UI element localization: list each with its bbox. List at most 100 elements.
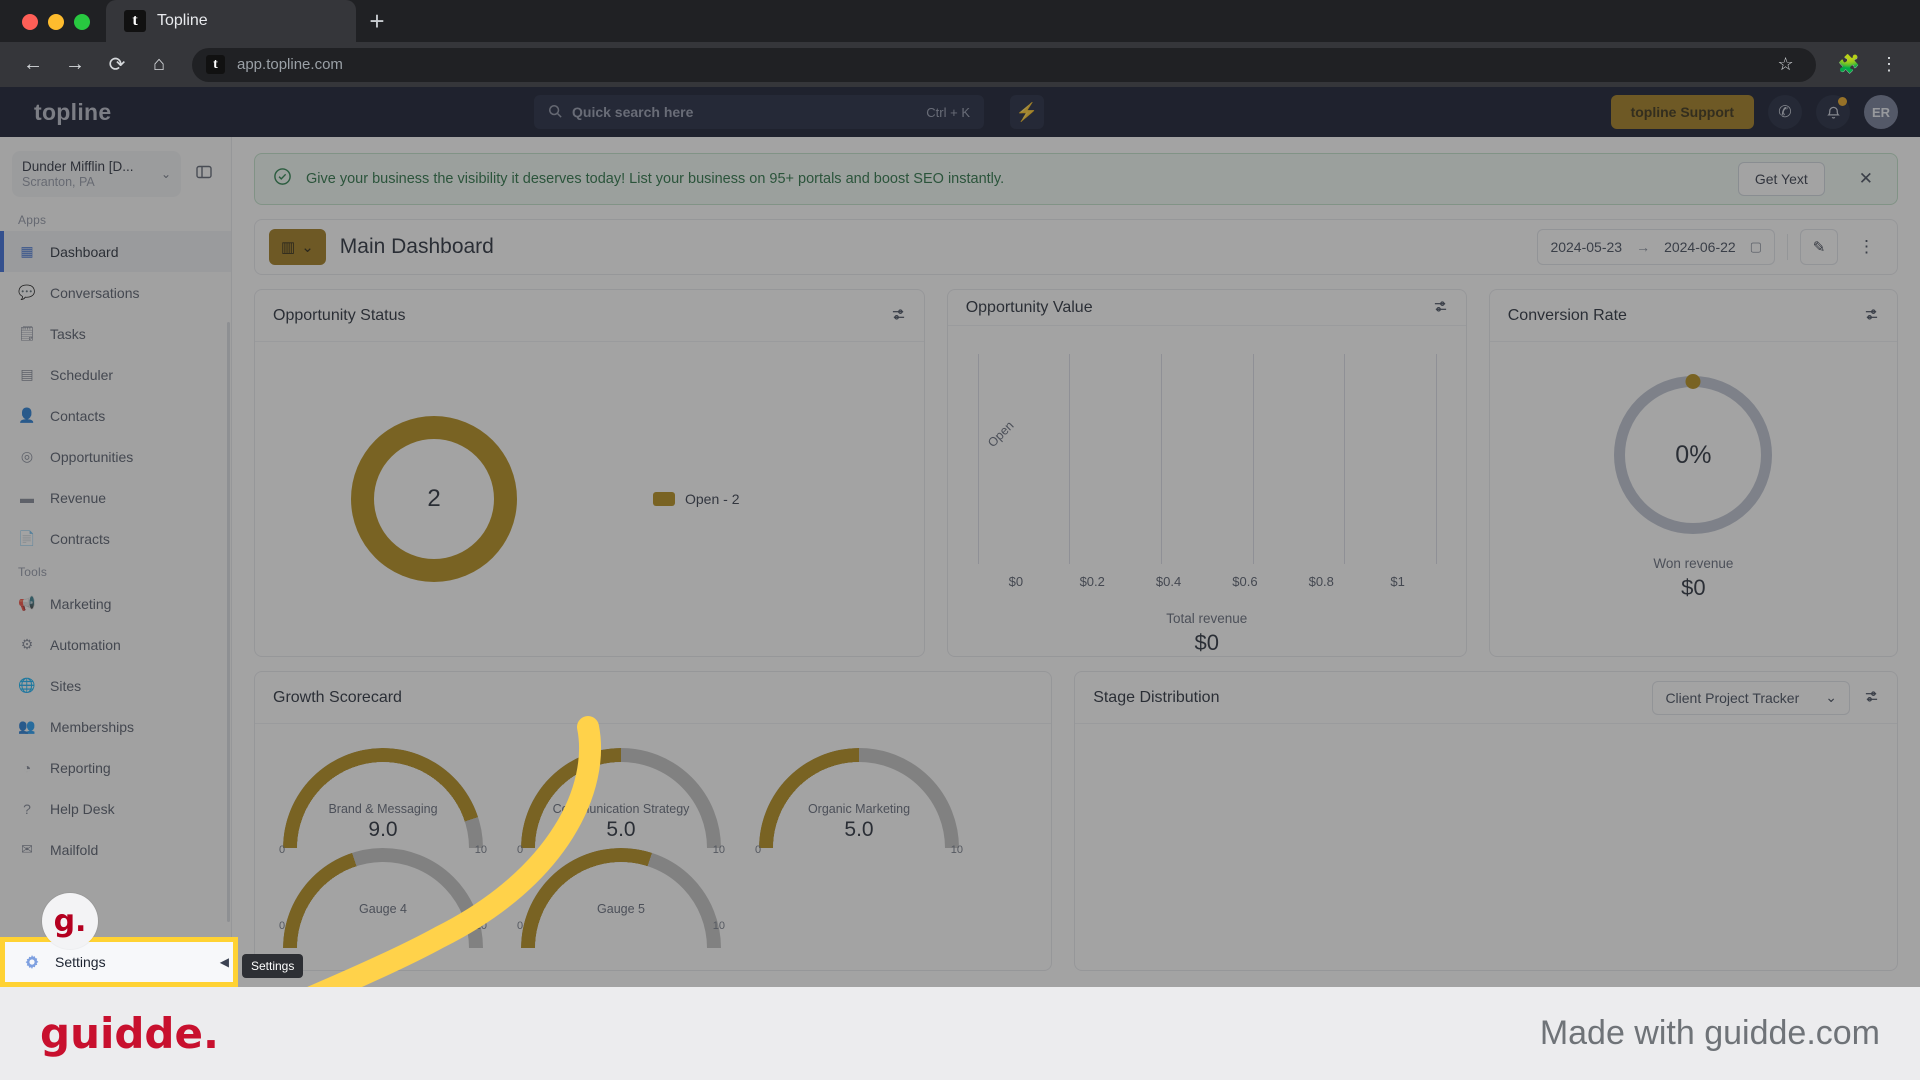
x-axis-tick-label: $0.6 xyxy=(1232,574,1258,589)
gauge-arc xyxy=(521,748,721,848)
calendar-icon[interactable]: ▢ xyxy=(1750,239,1762,255)
get-yext-button[interactable]: Get Yext xyxy=(1737,162,1825,196)
quick-actions-bolt-icon[interactable]: ⚡ xyxy=(1010,95,1044,129)
card-opportunity-status: Opportunity Status 2 Open - 2 xyxy=(254,289,925,657)
gauge-arc xyxy=(759,748,959,848)
sidebar-section-tools: Tools xyxy=(18,565,48,579)
card-header: Stage Distribution Client Project Tracke… xyxy=(1075,672,1897,724)
sidebar-item-label: Contracts xyxy=(50,530,110,547)
tasks-icon: 🗒 xyxy=(18,325,36,341)
sidebar-item-label: Help Desk xyxy=(50,800,115,817)
sidebar-item-mailfold[interactable]: ✉ Mailfold xyxy=(0,829,231,870)
maximize-window-button[interactable] xyxy=(74,14,90,30)
chart-settings-icon[interactable] xyxy=(891,307,906,325)
chevron-left-icon[interactable]: ◀ xyxy=(220,955,229,969)
card-title: Opportunity Status xyxy=(273,306,406,324)
pipeline-select[interactable]: Client Project Tracker ⌄ xyxy=(1652,680,1850,715)
sidebar-item-tasks[interactable]: 🗒 Tasks xyxy=(0,313,231,354)
sidebar-item-dashboard[interactable]: ▦ Dashboard xyxy=(0,231,231,272)
sidebar-item-contracts[interactable]: 📄 Contracts xyxy=(0,518,231,559)
card-growth-scorecard: Growth Scorecard Brand & Messaging9.0010… xyxy=(254,671,1053,971)
location-switcher[interactable]: Dunder Mifflin [D... Scranton, PA ⌄ xyxy=(12,151,181,197)
dashboard-layout-button[interactable]: ▥ ⌄ xyxy=(269,229,326,265)
date-range-to: 2024-06-22 xyxy=(1664,239,1736,255)
gauge-axis-min: 0 xyxy=(279,920,286,932)
card-header: Opportunity Status xyxy=(255,290,924,342)
marketing-icon: 📢 xyxy=(18,595,36,611)
app-body: Dunder Mifflin [D... Scranton, PA ⌄ Apps… xyxy=(0,137,1920,987)
sidebar-item-label: Marketing xyxy=(50,595,112,612)
pipeline-select-value: Client Project Tracker xyxy=(1665,689,1800,706)
browser-tab-title: Topline xyxy=(157,12,208,29)
window-traffic-lights[interactable] xyxy=(0,14,106,42)
phone-icon[interactable]: ✆ xyxy=(1768,95,1802,129)
notifications-bell-icon[interactable] xyxy=(1816,95,1850,129)
app-logo[interactable]: topline xyxy=(22,99,222,126)
sidebar-item-reporting[interactable]: ◔ Reporting xyxy=(0,747,231,788)
gear-icon xyxy=(23,954,41,970)
back-icon[interactable]: ← xyxy=(14,46,52,84)
legend-label: Open - 2 xyxy=(685,491,740,507)
location-name: Dunder Mifflin [D... xyxy=(22,159,134,174)
close-window-button[interactable] xyxy=(22,14,38,30)
metric-value: $0 xyxy=(1194,630,1219,655)
minimize-window-button[interactable] xyxy=(48,14,64,30)
sidebar-scrollbar[interactable] xyxy=(227,322,230,922)
more-options-icon[interactable]: ⋮ xyxy=(1850,237,1883,257)
progress-knob xyxy=(1685,374,1701,389)
sidebar-item-settings[interactable]: Settings ◀ xyxy=(0,937,238,987)
card-header: Conversion Rate xyxy=(1489,290,1897,342)
opportunity-status-chart: 2 Open - 2 xyxy=(255,342,924,656)
card-title: Stage Distribution xyxy=(1093,688,1220,706)
arrow-right-icon: → xyxy=(1636,239,1651,255)
date-range-picker[interactable]: 2024-05-23 → 2024-06-22 ▢ xyxy=(1537,229,1775,265)
browser-toolbar: ← → ⟳ ⌂ t app.topline.com ☆ 🧩 ⋮ xyxy=(0,42,1920,87)
browser-tab[interactable]: t Topline xyxy=(106,0,356,42)
forward-icon[interactable]: → xyxy=(56,46,94,84)
browser-menu-icon[interactable]: ⋮ xyxy=(1872,54,1906,75)
sidebar-item-marketing[interactable]: 📢 Marketing xyxy=(0,583,231,624)
application: topline Quick search here Ctrl + K ⚡ top… xyxy=(0,87,1920,987)
reload-icon[interactable]: ⟳ xyxy=(98,46,136,84)
sidebar-item-automation[interactable]: ⚙ Automation xyxy=(0,624,231,665)
sidebar-item-label: Scheduler xyxy=(50,366,114,383)
contracts-icon: 📄 xyxy=(18,530,36,546)
sidebar-item-scheduler[interactable]: ▤ Scheduler xyxy=(0,354,231,395)
sidebar-item-label: Settings xyxy=(55,954,106,970)
home-icon[interactable]: ⌂ xyxy=(140,46,178,84)
quick-search-input[interactable]: Quick search here Ctrl + K xyxy=(534,95,984,129)
new-tab-button[interactable]: + xyxy=(356,0,398,42)
sidebar-item-memberships[interactable]: 👥 Memberships xyxy=(0,706,231,747)
x-axis-tick-label: $1 xyxy=(1390,574,1405,589)
chart-settings-icon[interactable] xyxy=(1864,307,1879,325)
chart-settings-icon[interactable] xyxy=(1864,689,1879,707)
sidebar: Dunder Mifflin [D... Scranton, PA ⌄ Apps… xyxy=(0,137,232,987)
sidebar-item-contacts[interactable]: 👤 Contacts xyxy=(0,395,231,436)
settings-tooltip: Settings xyxy=(242,954,304,978)
sidebar-apps-list: ▦ Dashboard 💬 Conversations 🗒 Tasks ▤ Scheduler… xyxy=(0,231,231,559)
close-icon[interactable]: ✕ xyxy=(1853,169,1879,189)
mailfold-icon: ✉ xyxy=(21,841,33,857)
chart-settings-icon[interactable] xyxy=(1433,299,1448,317)
chevron-down-icon[interactable]: ⌄ xyxy=(161,167,171,181)
conversations-icon: 💬 xyxy=(18,284,36,300)
avatar[interactable]: ER xyxy=(1864,95,1898,129)
collapse-panel-icon[interactable] xyxy=(189,159,219,190)
sidebar-item-opportunities[interactable]: ◎ Opportunities xyxy=(0,436,231,477)
card-tools xyxy=(891,307,906,325)
sidebar-item-revenue[interactable]: ▬ Revenue xyxy=(0,477,231,518)
address-bar-url: app.topline.com xyxy=(237,56,343,73)
address-bar[interactable]: t app.topline.com ☆ xyxy=(192,47,1816,82)
sidebar-item-sites[interactable]: 🌐 Sites xyxy=(0,665,231,706)
extensions-puzzle-icon[interactable]: 🧩 xyxy=(1830,54,1868,75)
donut-chart[interactable]: 2 xyxy=(351,416,517,582)
bookmark-star-icon[interactable]: ☆ xyxy=(1769,54,1801,75)
sidebar-item-label: Memberships xyxy=(50,718,135,735)
support-button[interactable]: topline Support xyxy=(1610,95,1754,129)
sidebar-item-conversations[interactable]: 💬 Conversations xyxy=(0,272,231,313)
conversion-rate-value: 0% xyxy=(1675,440,1712,469)
sidebar-item-help-desk[interactable]: ? Help Desk xyxy=(0,788,231,829)
edit-pencil-icon[interactable]: ✎ xyxy=(1800,229,1838,265)
card-tools xyxy=(1864,307,1879,325)
card-title: Conversion Rate xyxy=(1507,306,1627,324)
